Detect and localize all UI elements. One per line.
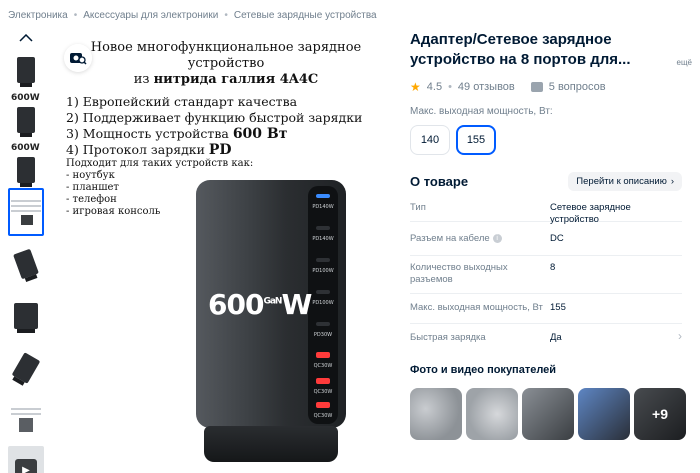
customer-photo[interactable] <box>522 388 574 440</box>
thumbnail[interactable] <box>8 344 44 392</box>
spec-value: 8 <box>550 262 556 273</box>
power-options: 140 155 <box>410 125 692 155</box>
rating-row: ★ 4.5 • 49 отзывов 5 вопросов <box>410 80 606 94</box>
rating-value: 4.5 <box>426 81 443 93</box>
spec-row: Макс. выходная мощность, Вт 155 <box>410 294 682 324</box>
port-label: PD30W <box>313 332 333 338</box>
image-search-button[interactable] <box>64 44 92 72</box>
port-label: QC30W <box>313 389 333 395</box>
image-title-pre: из <box>133 72 154 87</box>
title-more-link[interactable]: ещё <box>677 58 692 67</box>
thumbnail[interactable] <box>8 240 44 288</box>
port-label: PD140W <box>312 236 334 242</box>
image-title: Новое многофункциональное зарядное устро… <box>66 40 386 88</box>
image-search-icon <box>70 53 87 65</box>
breadcrumb: Электроника • Аксессуары для электроники… <box>8 10 377 21</box>
about-title: О товаре <box>410 174 469 189</box>
feature-item: 2) Поддерживает функцию быстрой зарядки <box>66 110 363 125</box>
breadcrumb-item[interactable]: Аксессуары для электроники <box>83 10 218 21</box>
spec-key: Тип <box>410 202 426 213</box>
feature-item: 1) Европейский стандарт качества <box>66 94 298 109</box>
questions-link[interactable]: 5 вопросов <box>549 81 606 93</box>
product-image[interactable]: Новое многофункциональное зарядное устро… <box>56 32 392 473</box>
spec-value: Сетевое зарядное устройство <box>550 202 631 225</box>
thumbnail[interactable] <box>8 292 44 340</box>
spec-row[interactable]: Быстрая зарядка Да › <box>410 324 682 352</box>
suitable-title: Подходит для таких устройств как: <box>66 158 254 169</box>
customer-photo[interactable] <box>466 388 518 440</box>
customer-photo[interactable] <box>578 388 630 440</box>
option-label: Макс. выходная мощность, Вт: <box>410 106 553 117</box>
spec-key: Быстрая зарядка <box>410 332 486 343</box>
spec-key: Макс. выходная мощность, Вт <box>410 302 543 313</box>
product-title: Адаптер/Сетевое зарядное устройство на 8… <box>410 31 631 68</box>
port-label: QC30W <box>313 363 333 369</box>
image-features: 1) Европейский стандарт качества 2) Подд… <box>66 94 362 158</box>
customer-photo-more[interactable]: +9 <box>634 388 686 440</box>
spec-row: Тип Сетевое зарядное устройство <box>410 198 682 225</box>
thumbnail[interactable]: 600W <box>8 90 44 138</box>
thumbnail-video[interactable]: ▶ <box>8 446 44 473</box>
thumbnail-strip: 600W 600W ▶ <box>6 30 46 473</box>
specs-table: Тип Сетевое зарядное устройство Разъем н… <box>410 198 682 352</box>
breadcrumb-item[interactable]: Электроника <box>8 10 68 21</box>
breadcrumb-separator: • <box>73 10 78 21</box>
photos-title: Фото и видео покупателей <box>410 364 557 376</box>
port-label: PD100W <box>312 300 334 306</box>
chevron-up-icon[interactable] <box>6 30 46 46</box>
product-page: Электроника • Аксессуары для электроники… <box>0 0 700 473</box>
power-option-selected[interactable]: 155 <box>456 125 496 155</box>
info-icon[interactable]: i <box>492 233 502 243</box>
thumbnail-label: 600W <box>11 143 40 153</box>
port-label: PD140W <box>312 204 334 210</box>
feature-item: 3) Мощность устройства 600 Вт <box>66 126 288 142</box>
image-title-line1: Новое многофункциональное зарядное устро… <box>90 40 362 71</box>
thumbnail[interactable] <box>8 46 44 94</box>
product-info: Адаптер/Сетевое зарядное устройство на 8… <box>410 30 692 155</box>
spec-key: Разъем на кабеле i <box>410 233 550 255</box>
thumbnail-active[interactable] <box>8 188 44 236</box>
thumbnail[interactable] <box>8 396 44 444</box>
spec-value: Да <box>550 332 562 343</box>
power-option[interactable]: 140 <box>410 125 450 155</box>
spec-row: Количество выходных разъемов 8 <box>410 256 682 294</box>
port-label: PD100W <box>312 268 334 274</box>
play-icon: ▶ <box>15 459 37 473</box>
chevron-right-icon: › <box>670 176 674 187</box>
more-photos-count: +9 <box>634 388 686 440</box>
breadcrumb-separator: • <box>224 10 228 21</box>
reviews-link[interactable]: 49 отзывов <box>458 81 515 93</box>
feature-item: 4) Протокол зарядки PD <box>66 142 232 158</box>
charger-illustration: 600GaNW PD140W PD140W PD100W PD100W PD30… <box>196 180 348 470</box>
spec-key: Количество выходных разъемов <box>410 262 508 285</box>
charger-brand: 600GaNW <box>208 288 312 321</box>
spec-value: DC <box>550 233 564 244</box>
port-label: QC30W <box>313 413 333 419</box>
goto-description-button[interactable]: Перейти к описанию › <box>568 172 682 191</box>
image-title-bold: нитрида галлия 4A4C <box>153 72 319 87</box>
spec-value: 155 <box>550 302 566 313</box>
breadcrumb-item[interactable]: Сетевые зарядные устройства <box>234 10 377 21</box>
chat-icon <box>530 82 543 92</box>
customer-photo[interactable] <box>410 388 462 440</box>
thumbnail-label: 600W <box>11 93 40 103</box>
chevron-right-icon: › <box>678 329 682 343</box>
thumbnail[interactable]: 600W <box>8 140 44 188</box>
customer-photos: +9 <box>410 388 686 440</box>
star-icon: ★ <box>410 80 421 94</box>
about-header: О товаре Перейти к описанию › <box>410 172 682 191</box>
spec-row: Разъем на кабеле i DC <box>410 222 682 256</box>
